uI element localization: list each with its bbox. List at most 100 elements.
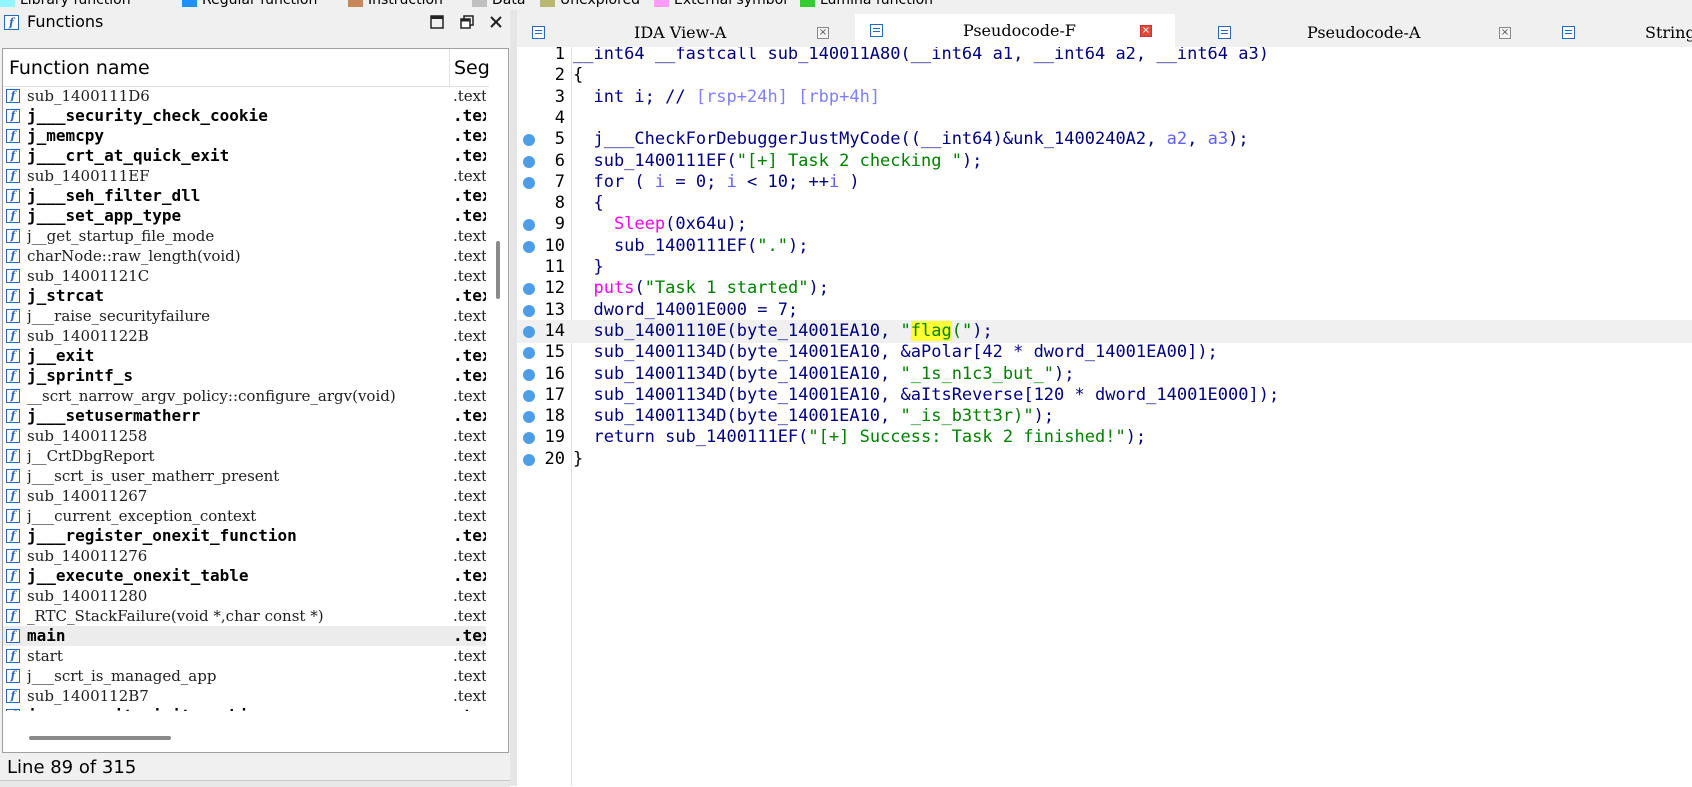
function-icon: f <box>6 129 20 143</box>
function-row[interactable]: f j__execute_onexit_table .text <box>3 566 486 586</box>
code-line[interactable]: 16 sub_14001134D(byte_14001EA10, "_1s_n1… <box>517 363 1692 386</box>
function-row[interactable]: f charNode::raw_length(void) .text <box>3 246 486 266</box>
restore-icon[interactable] <box>458 14 476 32</box>
function-row[interactable]: f _RTC_StackFailure(void *,char const *).… <box>3 606 486 626</box>
breakpoint-dot-icon[interactable] <box>523 134 535 147</box>
code-line[interactable]: 10 sub_1400111EF("."); <box>517 235 1692 258</box>
tab-close-icon[interactable]: × <box>817 27 829 39</box>
code-line[interactable]: 11 } <box>517 256 1692 279</box>
tab-close-icon[interactable]: × <box>1499 27 1511 39</box>
function-icon: f <box>6 389 20 403</box>
code-line[interactable]: 4 <box>517 107 1692 130</box>
code-line[interactable]: 6 sub_1400111EF("[+] Task 2 checking "); <box>517 150 1692 173</box>
function-row[interactable]: f sub_1400112B7 .text <box>3 686 486 706</box>
function-row[interactable]: f j___set_app_type .text <box>3 206 486 226</box>
code-line[interactable]: 17 sub_14001134D(byte_14001EA10, &aItsRe… <box>517 384 1692 407</box>
function-row[interactable]: f j_strcat .text <box>3 286 486 306</box>
pseudocode-editor[interactable]: 1 __int64 __fastcall sub_140011A80(__int6… <box>517 47 1692 786</box>
tab-strings[interactable]: Strings <box>1547 16 1692 47</box>
function-icon: f <box>4 15 19 30</box>
breakpoint-dot-icon[interactable] <box>523 411 535 424</box>
code-token: j___CheckForDebuggerJustMyCode((__int64)… <box>573 129 1167 150</box>
code-line[interactable]: 15 sub_14001134D(byte_14001EA10, &aPolar… <box>517 341 1692 364</box>
function-name: j___seh_filter_dll <box>27 186 201 205</box>
function-name: j___setusermatherr <box>27 406 201 425</box>
breakpoint-dot-icon[interactable] <box>523 453 535 466</box>
code-line[interactable]: 19 return sub_1400111EF("[+] Success: Ta… <box>517 426 1692 449</box>
tab-close-icon[interactable]: × <box>1140 25 1152 37</box>
function-icon: f <box>6 629 20 643</box>
maximize-icon[interactable] <box>428 14 446 32</box>
code-line[interactable]: 14 sub_14001110E(byte_14001EA10, "flag("… <box>517 319 1692 343</box>
function-name: j___security_init_cookie <box>27 706 443 711</box>
code-line[interactable]: 12 puts("Task 1 started"); <box>517 277 1692 300</box>
function-row[interactable]: f sub_140011267 .text <box>3 486 486 506</box>
column-function-name[interactable]: Function name <box>9 57 150 79</box>
function-row[interactable]: f j___seh_filter_dll .text <box>3 186 486 206</box>
function-segment: .text <box>453 106 486 125</box>
column-separator[interactable] <box>449 49 450 86</box>
function-row[interactable]: f j___register_onexit_function .text <box>3 526 486 546</box>
breakpoint-dot-icon[interactable] <box>523 155 535 168</box>
close-icon[interactable] <box>487 14 505 32</box>
function-row[interactable]: f j_memcpy .text <box>3 126 486 146</box>
function-row[interactable]: fmain .text <box>3 626 486 646</box>
breakpoint-dot-icon[interactable] <box>523 432 535 445</box>
code-line[interactable]: 3 int i; // [rsp+24h] [rbp+4h] <box>517 86 1692 109</box>
breakpoint-dot-icon[interactable] <box>523 389 535 402</box>
code-line[interactable]: 7 for ( i = 0; i < 10; ++i ) <box>517 171 1692 194</box>
function-row[interactable]: f sub_140011276 .text <box>3 546 486 566</box>
function-row[interactable]: f j___setusermatherr .text <box>3 406 486 426</box>
breakpoint-dot-icon[interactable] <box>523 240 535 253</box>
code-line[interactable]: 13 dword_14001E000 = 7; <box>517 299 1692 322</box>
function-row[interactable]: f j___raise_securityfailure .text <box>3 306 486 326</box>
function-row[interactable]: f j__exit .text <box>3 346 486 366</box>
horizontal-scrollbar[interactable] <box>3 729 508 751</box>
function-name: sub_1400111EF <box>27 167 150 185</box>
function-row[interactable]: f j_sprintf_s .text <box>3 366 486 386</box>
function-row[interactable]: f j___scrt_is_user_matherr_present .text <box>3 466 486 486</box>
tab-pseudocode-f[interactable]: Pseudocode-F × <box>855 14 1175 47</box>
function-row[interactable]: f j___crt_at_quick_exit .text <box>3 146 486 166</box>
breakpoint-dot-icon[interactable] <box>523 325 535 338</box>
function-row[interactable]: f sub_14001121C .text <box>3 266 486 286</box>
breakpoint-dot-icon[interactable] <box>523 219 535 232</box>
breakpoint-dot-icon[interactable] <box>523 304 535 317</box>
function-row[interactable]: f sub_14001122B .text <box>3 326 486 346</box>
tab-ida-view-a[interactable]: IDA View-A × <box>517 16 853 47</box>
breakpoint-dot-icon[interactable] <box>523 176 535 189</box>
function-row[interactable]: f j___current_exception_context .text <box>3 506 486 526</box>
code-line[interactable]: 5 j___CheckForDebuggerJustMyCode((__int6… <box>517 128 1692 151</box>
function-row[interactable]: f sub_1400111EF .text <box>3 166 486 186</box>
function-row[interactable]: f j__CrtDbgReport .text <box>3 446 486 466</box>
panel-splitter[interactable] <box>510 10 517 786</box>
code-line[interactable]: 20} <box>517 448 1692 471</box>
legend-swatch <box>348 0 363 7</box>
code-text: for ( i = 0; i < 10; ++i ) <box>573 171 859 194</box>
scrollbar-thumb[interactable] <box>496 241 500 299</box>
function-row[interactable]: f sub_1400111D6 .text <box>3 86 486 106</box>
function-row[interactable]: f j___security_check_cookie .text <box>3 106 486 126</box>
breakpoint-dot-icon[interactable] <box>523 283 535 296</box>
function-row[interactable]: f start .text <box>3 646 486 666</box>
function-row[interactable]: f __scrt_narrow_argv_policy::configure_ar… <box>3 386 486 406</box>
column-segment[interactable]: Seg <box>454 57 490 79</box>
code-line[interactable]: 2{ <box>517 64 1692 87</box>
function-row[interactable]: f j___scrt_is_managed_app .text <box>3 666 486 686</box>
code-line[interactable]: 9 Sleep(0x64u); <box>517 213 1692 236</box>
function-row[interactable]: f j__get_startup_file_mode .text <box>3 226 486 246</box>
scrollbar-thumb[interactable] <box>29 736 171 740</box>
line-number: 12 <box>544 278 565 299</box>
function-row[interactable]: f sub_140011280 .text <box>3 586 486 606</box>
code-line[interactable]: 1 __int64 __fastcall sub_140011A80(__int6… <box>517 47 1692 66</box>
vertical-scrollbar[interactable] <box>489 86 508 711</box>
view-icon <box>532 26 545 39</box>
code-line[interactable]: 8 { <box>517 192 1692 215</box>
code-line[interactable]: 18 sub_14001134D(byte_14001EA10, "_is_b3… <box>517 405 1692 428</box>
breakpoint-dot-icon[interactable] <box>523 368 535 381</box>
function-row[interactable]: f sub_140011258 .text <box>3 426 486 446</box>
view-icon <box>1562 26 1575 39</box>
breakpoint-dot-icon[interactable] <box>523 347 535 360</box>
function-row[interactable]: f j___security_init_cookie .text <box>3 706 486 711</box>
tab-pseudocode-a[interactable]: Pseudocode-A × <box>1203 16 1533 47</box>
